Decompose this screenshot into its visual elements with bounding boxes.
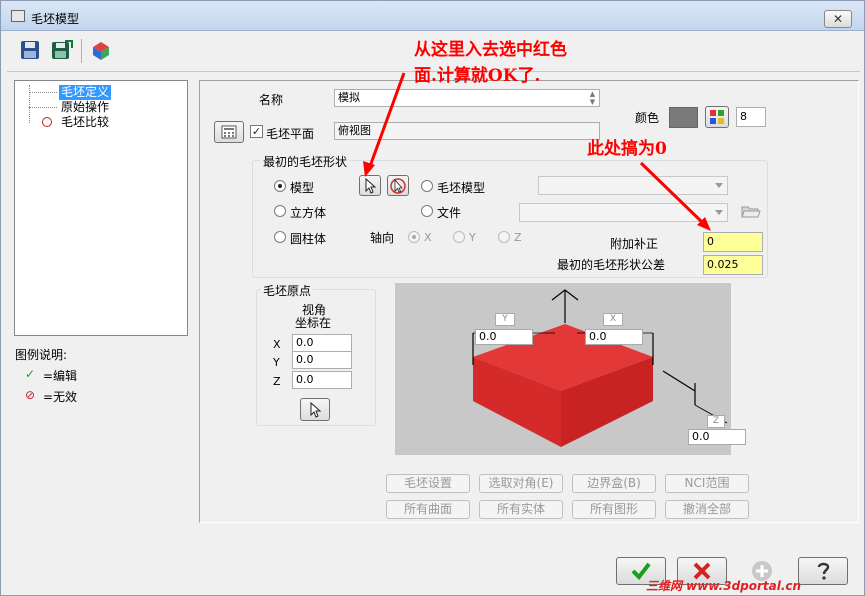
help-button[interactable] [798, 557, 848, 585]
watermark: 三维网 www.3dportal.cn [646, 579, 802, 593]
annotation-arrows [363, 72, 711, 231]
stock-model-dialog: 毛坯模型 ✕ 毛坯定义 原始操作 毛坯比较 图例说明: ✓ =编辑 ⊘ =无效 … [0, 0, 865, 596]
help-icon [817, 562, 830, 580]
